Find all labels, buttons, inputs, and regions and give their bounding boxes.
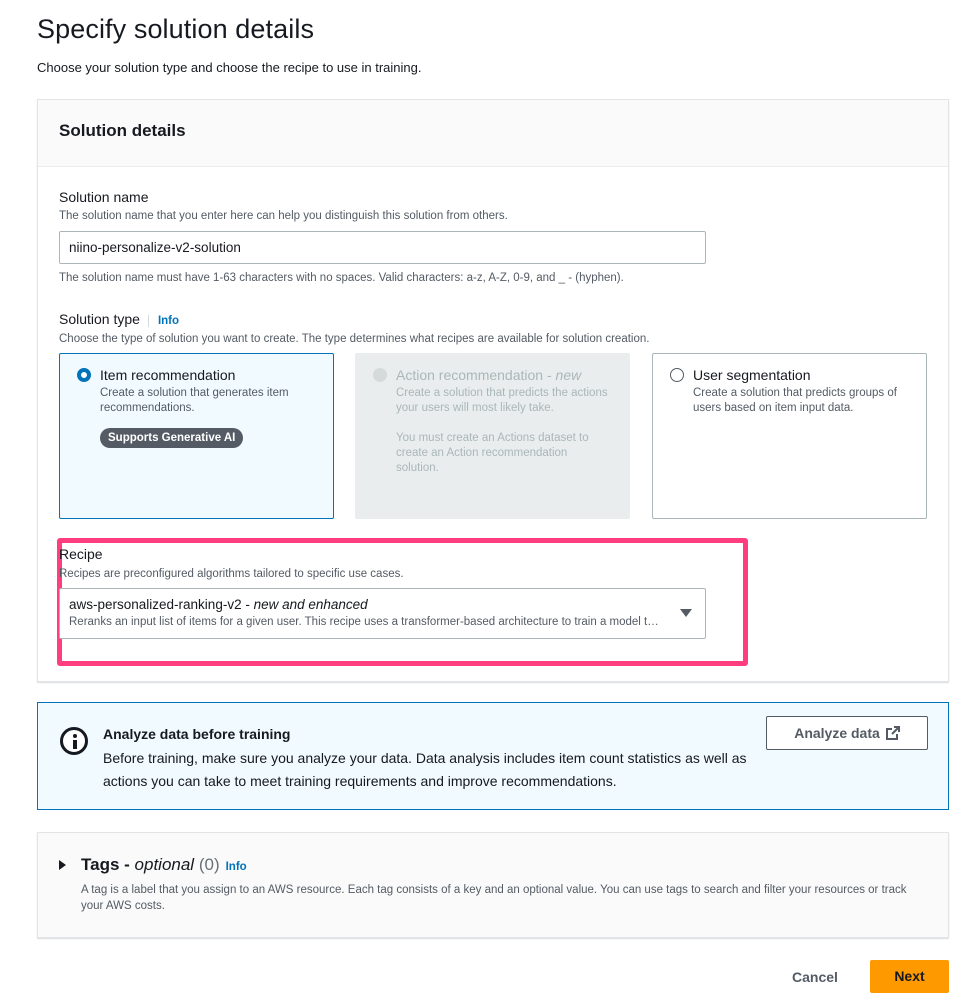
info-icon [60,727,88,755]
solution-name-constraint: The solution name must have 1-63 charact… [59,272,624,284]
tile-user-segmentation[interactable]: User segmentation Create a solution that… [652,353,927,519]
tags-section[interactable]: Tags - optional (0) Info A tag is a label… [37,832,949,938]
solution-type-label: Solution type [59,311,140,327]
tile-description: Create a solution that predicts the acti… [396,387,608,414]
tags-info-link[interactable]: Info [224,861,247,873]
cancel-button[interactable]: Cancel [776,961,854,993]
solution-name-input[interactable] [59,231,706,264]
tile-description: Create a solution that predicts groups o… [693,387,897,414]
solution-type-info-link[interactable]: Info [147,315,180,327]
solution-name-label: Solution name [59,189,149,205]
caret-right-icon[interactable] [59,860,66,870]
tags-count: (0) [198,855,220,874]
recipe-selected-description: Reranks an input list of items for a giv… [69,616,665,628]
card-header: Solution details [38,100,948,167]
caret-down-icon [680,609,692,617]
solution-type-description: Choose the type of solution you want to … [59,333,650,345]
tile-action-recommendation: Action recommendation - new Create a sol… [355,353,630,519]
analyze-data-button[interactable]: Analyze data [766,716,928,750]
tags-description: A tag is a label that you assign to an A… [81,884,907,912]
next-button[interactable]: Next [870,960,949,993]
card-title: Solution details [59,121,186,140]
tile-description: Create a solution that generates item re… [100,387,289,414]
alert-body: Before training, make sure you analyze y… [103,750,747,789]
analyze-data-alert: Analyze data before training Before trai… [37,702,949,810]
recipe-select[interactable]: aws-personalized-ranking-v2 - new and en… [59,588,706,639]
solution-details-card: Solution details Solution name The solut… [37,99,949,682]
recipe-label: Recipe [59,546,103,562]
tile-note: You must create an Actions dataset to cr… [396,432,589,474]
page-description: Choose your solution type and choose the… [37,60,422,75]
external-link-icon [885,726,900,740]
tile-title: Item recommendation [100,367,236,383]
tile-title: Action recommendation - new [396,367,582,383]
alert-title: Analyze data before training [103,726,291,742]
tags-title[interactable]: Tags - optional (0) Info [81,855,247,875]
tile-item-recommendation[interactable]: Item recommendation Create a solution th… [59,353,334,519]
recipe-description: Recipes are preconfigured algorithms tai… [59,568,404,580]
solution-name-description: The solution name that you enter here ca… [59,210,508,222]
radio-user-segmentation[interactable] [670,368,684,382]
generative-ai-badge: Supports Generative AI [100,428,244,448]
radio-item-recommendation[interactable] [77,368,91,382]
radio-action-recommendation [373,368,387,382]
recipe-selected-name: aws-personalized-ranking-v2 - new and en… [69,597,368,612]
solution-type-label-row: Solution type Info [59,311,180,327]
page-title: Specify solution details [37,14,315,44]
tile-title: User segmentation [693,367,811,383]
